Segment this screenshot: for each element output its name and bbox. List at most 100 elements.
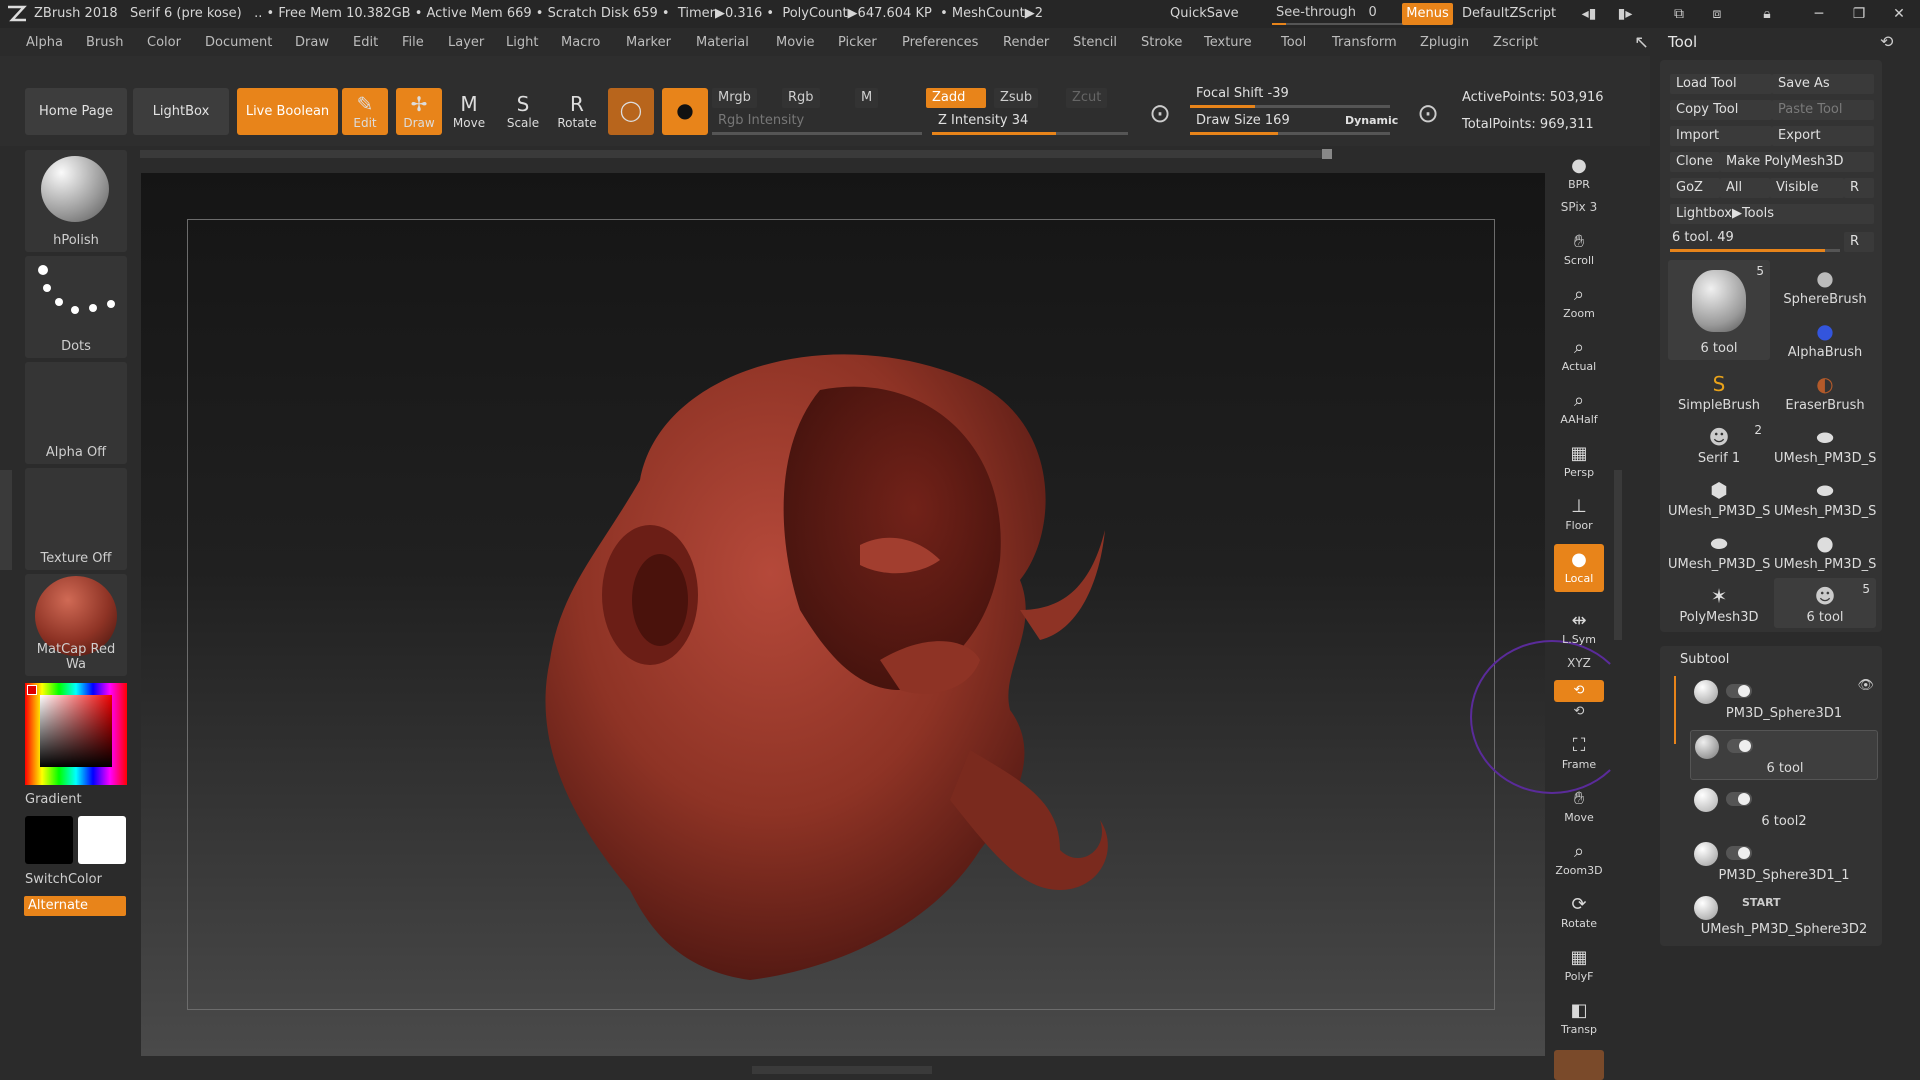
zcut-button[interactable]: Zcut — [1066, 88, 1108, 108]
alternate-button[interactable]: Alternate — [24, 896, 126, 916]
menu-texture[interactable]: Texture — [1204, 35, 1252, 50]
move-view-button[interactable]: ✋︎ Move — [1554, 783, 1604, 831]
tool-thumb-simplebrush[interactable]: S SimpleBrush — [1668, 366, 1770, 416]
tool-thumb-umesh-3[interactable]: ⬬ UMesh_PM3D_S — [1774, 472, 1876, 522]
navigation-gizmo-ring[interactable] — [1470, 640, 1634, 794]
scroll-button[interactable]: ✋︎ Scroll — [1554, 226, 1604, 274]
lightbox-button[interactable]: LightBox — [133, 88, 229, 135]
tool-thumb-spherebrush[interactable]: ● SphereBrush — [1774, 260, 1876, 310]
y-rotate-icon[interactable]: ⟲ — [1554, 680, 1604, 702]
mrgb-button[interactable]: Mrgb — [712, 88, 757, 108]
scroll-handle[interactable] — [1322, 149, 1332, 159]
goz-visible-button[interactable]: Visible — [1770, 178, 1844, 198]
polyf-button[interactable]: ▦ PolyF — [1554, 942, 1604, 990]
horizontal-scroll-track[interactable] — [140, 150, 1330, 158]
tool-thumb-6-tool[interactable]: 5 6 tool — [1668, 260, 1770, 360]
tool-thumb-alphabrush[interactable]: ● AlphaBrush — [1774, 313, 1876, 363]
ghost-button[interactable] — [1554, 1050, 1604, 1080]
bpr-button[interactable]: ● BPR — [1554, 150, 1604, 198]
local-button[interactable]: ● Local — [1554, 544, 1604, 592]
tool-thumb-eraserbrush[interactable]: ◐ EraserBrush — [1774, 366, 1876, 416]
live-boolean-button[interactable]: Live Boolean — [237, 88, 338, 135]
home-page-button[interactable]: Home Page — [25, 88, 127, 135]
subtool-row-4[interactable]: PM3D_Sphere3D1_1 — [1690, 838, 1878, 888]
rgb-intensity-slider[interactable]: Rgb Intensity — [712, 113, 922, 137]
palette-reset-icon[interactable]: ⟲ — [1880, 32, 1893, 51]
subtool-row-1[interactable]: 👁︎ PM3D_Sphere3D1 — [1690, 676, 1878, 726]
aahalf-button[interactable]: ⌕ AAHalf — [1554, 385, 1604, 433]
zsub-button[interactable]: Zsub — [994, 88, 1039, 108]
lsym-button[interactable]: ⇹ L.Sym — [1554, 605, 1604, 653]
frame-button[interactable]: ⛶ Frame — [1554, 730, 1604, 778]
edit-mode-button[interactable]: ✎ Edit — [342, 88, 388, 135]
menu-layer[interactable]: Layer — [448, 35, 484, 50]
see-through-slider[interactable]: See-through 0 — [1268, 3, 1408, 25]
zoom3d-button[interactable]: ⌕ Zoom3D — [1554, 836, 1604, 884]
brush-thumbnail[interactable]: hPolish — [25, 150, 127, 252]
minimize-icon[interactable]: ─ — [1808, 5, 1830, 23]
menu-zplugin[interactable]: Zplugin — [1420, 35, 1469, 50]
visibility-toggle[interactable] — [1726, 792, 1752, 806]
goz-all-button[interactable]: All — [1720, 178, 1770, 198]
import-button[interactable]: Import — [1670, 126, 1772, 146]
lazy-mouse-icon[interactable]: ⊙ — [1142, 96, 1178, 132]
sculpted-head-mesh[interactable] — [500, 330, 1140, 990]
lock-icon[interactable]: 🔒︎ — [1756, 5, 1778, 23]
visibility-toggle[interactable] — [1726, 846, 1752, 860]
menu-alpha[interactable]: Alpha — [26, 35, 63, 50]
clone-button[interactable]: Clone — [1670, 152, 1720, 172]
color-picker[interactable] — [25, 683, 127, 785]
subtool-row-3[interactable]: 6 tool2 — [1690, 784, 1878, 834]
menu-light[interactable]: Light — [506, 35, 538, 50]
right-tray-handle[interactable] — [1614, 470, 1622, 640]
tool-thumb-umesh-1[interactable]: ⬬ UMesh_PM3D_S — [1774, 419, 1876, 469]
secondary-color-swatch[interactable] — [25, 816, 73, 864]
restore-icon[interactable]: ❐ — [1848, 5, 1870, 23]
menu-transform[interactable]: Transform — [1332, 35, 1397, 50]
m-button[interactable]: M — [855, 88, 879, 108]
rgb-button[interactable]: Rgb — [782, 88, 820, 108]
tool-thumb-umesh-2[interactable]: ⬢ UMesh_PM3D_S — [1668, 472, 1770, 522]
menu-render[interactable]: Render — [1003, 35, 1049, 50]
visibility-toggle[interactable] — [1727, 739, 1753, 753]
menu-movie[interactable]: Movie — [776, 35, 814, 50]
subtool-row-2-selected[interactable]: 6 tool — [1690, 730, 1878, 780]
actual-button[interactable]: ⌕ Actual — [1554, 332, 1604, 380]
paste-tool-button[interactable]: Paste Tool — [1772, 100, 1874, 120]
spix-slider[interactable]: SPix 3 — [1556, 200, 1602, 214]
material-thumbnail[interactable]: MatCap Red Wa — [25, 574, 127, 676]
menu-material[interactable]: Material — [696, 35, 749, 50]
close-icon[interactable]: ✕ — [1888, 5, 1910, 23]
menu-stencil[interactable]: Stencil — [1073, 35, 1117, 50]
menus-toggle-button[interactable]: Menus — [1402, 3, 1453, 25]
menu-tool[interactable]: Tool — [1281, 35, 1306, 50]
menu-marker[interactable]: Marker — [626, 35, 671, 50]
menu-document[interactable]: Document — [205, 35, 272, 50]
menu-draw[interactable]: Draw — [295, 35, 329, 50]
subtool-scrollbar[interactable] — [1674, 676, 1676, 744]
zadd-button[interactable]: Zadd — [926, 88, 986, 108]
tool-thumb-polymesh3d[interactable]: ✶ PolyMesh3D — [1668, 578, 1770, 628]
xyz-rotate-button[interactable]: XYZ — [1556, 656, 1602, 670]
make-polymesh3d-button[interactable]: Make PolyMesh3D — [1720, 152, 1874, 172]
eye-icon[interactable]: 👁︎ — [1857, 678, 1874, 693]
menu-preferences[interactable]: Preferences — [902, 35, 978, 50]
quicksave-button[interactable]: QuickSave — [1170, 4, 1239, 24]
color-marker[interactable] — [27, 685, 37, 695]
switch-color-button[interactable]: SwitchColor — [25, 872, 102, 887]
rotate-mode-button[interactable]: R Rotate — [554, 88, 600, 135]
color-saturation-square[interactable] — [40, 695, 112, 767]
ui-layout-icon[interactable]: ⧉ — [1668, 5, 1690, 23]
layout-prev-icon[interactable]: ◂▮ — [1578, 5, 1600, 23]
palette-pin-icon[interactable]: ↖ — [1634, 32, 1649, 53]
tool-thumb-umesh-5[interactable]: ● UMesh_PM3D_S — [1774, 525, 1876, 575]
visibility-toggle[interactable] — [1726, 684, 1752, 698]
symmetry-icon[interactable]: ⊙ — [1410, 96, 1446, 132]
z-intensity-slider[interactable]: Z Intensity 34 — [932, 113, 1128, 137]
layout-next-icon[interactable]: ▮▸ — [1614, 5, 1636, 23]
menu-picker[interactable]: Picker — [838, 35, 877, 50]
persp-button[interactable]: ▦ Persp — [1554, 438, 1604, 486]
zoom-button[interactable]: ⌕ Zoom — [1554, 279, 1604, 327]
subtool-row-5[interactable]: START UMesh_PM3D_Sphere3D2 — [1690, 892, 1878, 942]
texture-thumbnail[interactable]: Texture Off — [25, 468, 127, 570]
